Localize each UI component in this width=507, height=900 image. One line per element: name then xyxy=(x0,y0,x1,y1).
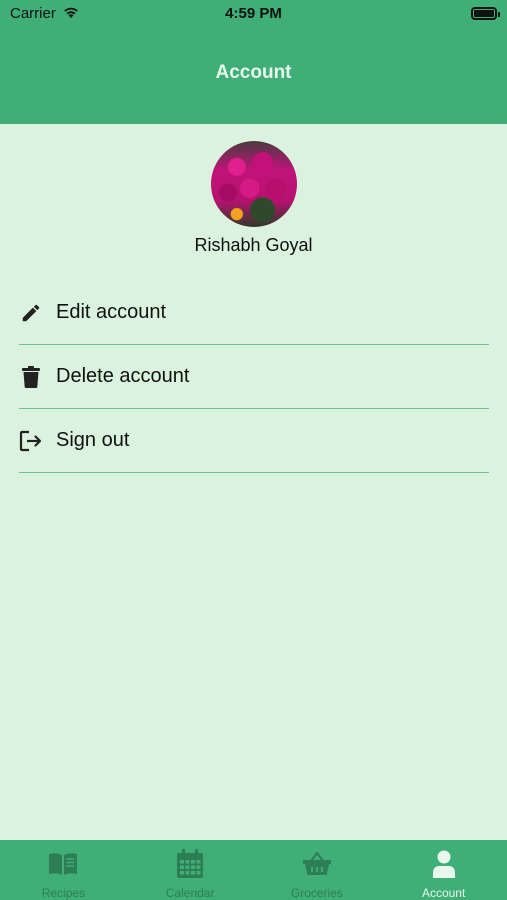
tab-calendar[interactable]: Calendar xyxy=(127,840,254,900)
page-title: Account xyxy=(215,62,292,83)
avatar[interactable] xyxy=(210,141,297,227)
sign-out-button[interactable]: Sign out xyxy=(19,409,489,473)
battery-icon xyxy=(471,7,500,20)
status-bar: Carrier 4:59 PM xyxy=(0,0,507,28)
sign-out-icon xyxy=(19,429,43,453)
tab-calendar-label: Calendar xyxy=(165,886,215,900)
user-name: Rishabh Goyal xyxy=(194,235,313,255)
delete-account-label: Delete account xyxy=(56,365,190,387)
navigation-bar: Carrier 4:59 PM Account xyxy=(0,0,507,124)
profile-section: Rishabh Goyal xyxy=(0,141,507,256)
delete-account-button[interactable]: Delete account xyxy=(19,345,489,409)
user-icon xyxy=(429,849,459,879)
tab-account-label: Account xyxy=(421,886,466,900)
trash-icon xyxy=(19,365,43,389)
tab-groceries-label: Groceries xyxy=(290,886,343,900)
tab-bar: Recipes Calendar Groceries Account xyxy=(0,840,507,900)
clock: 4:59 PM xyxy=(225,5,282,22)
pencil-icon xyxy=(19,301,43,325)
sign-out-label: Sign out xyxy=(56,429,130,451)
calendar-icon xyxy=(175,849,205,879)
edit-account-button[interactable]: Edit account xyxy=(19,281,489,345)
edit-account-label: Edit account xyxy=(56,301,167,323)
basket-icon xyxy=(302,849,332,879)
tab-recipes[interactable]: Recipes xyxy=(0,840,127,900)
tab-recipes-label: Recipes xyxy=(41,886,86,900)
tab-account[interactable]: Account xyxy=(380,840,507,900)
tab-groceries[interactable]: Groceries xyxy=(254,840,381,900)
account-menu: Edit account Delete account Sign out xyxy=(19,281,489,473)
book-icon xyxy=(48,849,78,879)
